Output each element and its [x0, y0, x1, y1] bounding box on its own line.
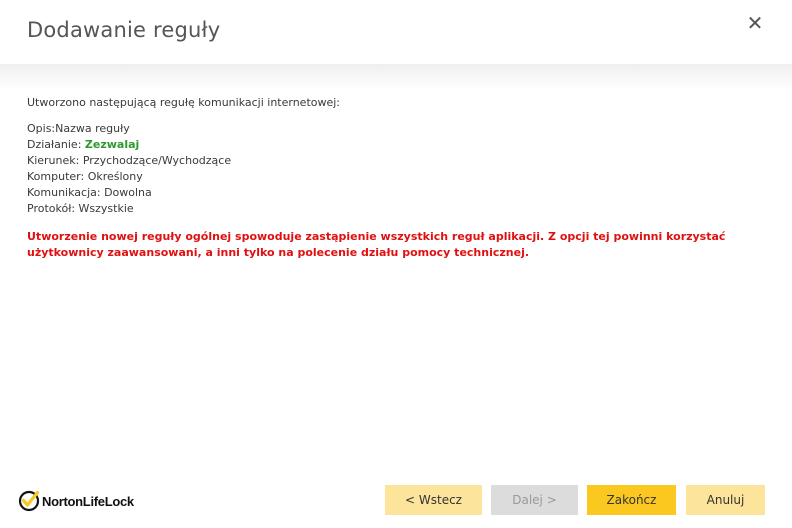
rule-label: Komputer:	[27, 170, 88, 183]
rule-value: Przychodzące/Wychodzące	[82, 154, 232, 167]
brand-logo: NortonLifeLock	[18, 488, 134, 514]
next-button[interactable]: Dalej >	[491, 485, 578, 515]
rule-row-protocol: Protokół: Wszystkie	[27, 201, 777, 217]
rule-label: Kierunek:	[27, 154, 83, 167]
intro-text: Utworzono następującą regułę komunikacji…	[27, 96, 341, 109]
rule-row-computer: Komputer: Określony	[27, 169, 777, 185]
dialog-header: Dodawanie reguły ✕	[0, 0, 792, 64]
rule-label: Komunikacja:	[27, 186, 105, 199]
finish-button[interactable]: Zakończ	[587, 485, 676, 515]
rule-label: Protokół:	[27, 202, 79, 215]
rule-row-communication: Komunikacja: Dowolna	[27, 185, 777, 201]
rule-label: Działanie:	[27, 138, 85, 151]
rule-summary: Utworzono następującą regułę komunikacji…	[27, 96, 777, 261]
add-rule-dialog: Dodawanie reguły ✕ Utworzono następującą…	[0, 0, 792, 528]
back-button[interactable]: < Wstecz	[385, 485, 482, 515]
rule-row-action: Działanie: Zezwalaj	[27, 137, 777, 153]
rule-value: Dowolna	[104, 186, 152, 199]
rule-value: Wszystkie	[78, 202, 134, 215]
cancel-button[interactable]: Anuluj	[686, 485, 765, 515]
dialog-title: Dodawanie reguły	[27, 18, 221, 42]
norton-check-logo-icon	[18, 490, 40, 512]
rule-value: Nazwa reguły	[55, 122, 130, 135]
close-icon[interactable]: ✕	[742, 11, 768, 37]
rule-value: Określony	[87, 170, 143, 183]
warning-message: Utworzenie nowej reguły ogólnej spowoduj…	[27, 230, 726, 259]
brand-name: NortonLifeLock	[42, 493, 134, 509]
rule-row-description: Opis:Nazwa reguły	[27, 121, 777, 137]
rule-label: Opis:	[27, 122, 56, 135]
header-divider	[0, 64, 792, 90]
rule-value-allow: Zezwalaj	[84, 138, 140, 151]
rule-row-direction: Kierunek: Przychodzące/Wychodzące	[27, 153, 777, 169]
